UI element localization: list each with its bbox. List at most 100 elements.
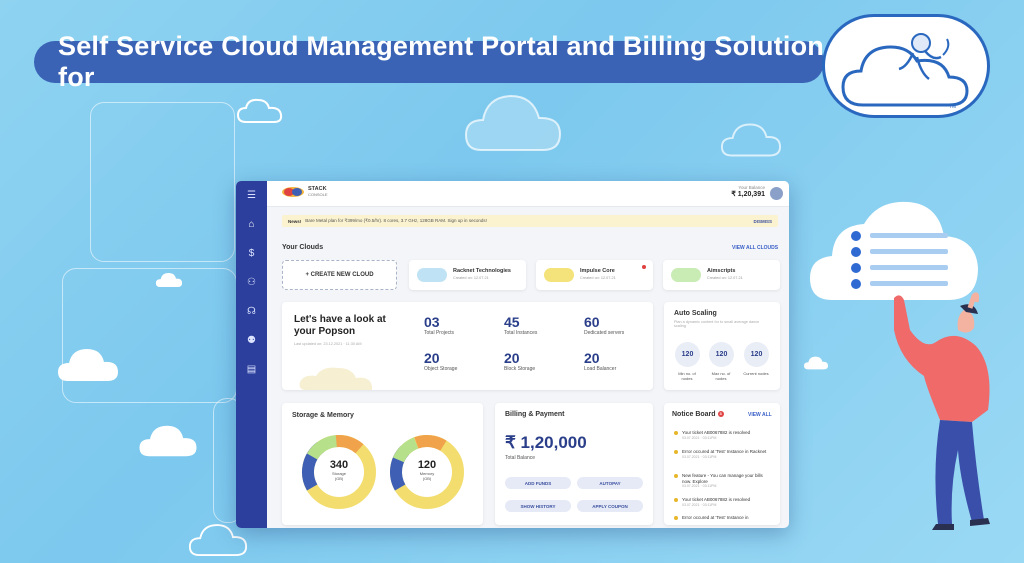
min-nodes-value: 120 bbox=[675, 342, 700, 367]
cloud-icon bbox=[417, 268, 447, 282]
notice-dot-icon bbox=[674, 498, 678, 502]
stat-dedicated-servers: 60 Dedicated servers bbox=[584, 314, 624, 336]
background-cloud-icon bbox=[236, 98, 283, 123]
news-text: Bare Metal plan for ₹399/mo (₹0.5/hr). 8… bbox=[305, 218, 487, 223]
notice-text: New feature - You can manage your bills … bbox=[682, 473, 763, 484]
app-window: ☰ ⌂ $ ⚇ ☊ ⚉ ▤ STACK CONSOLE Your Balance … bbox=[236, 181, 789, 528]
stack-console-logo-icon bbox=[282, 187, 304, 197]
page-title-banner: Self Service Cloud Management Portal and… bbox=[34, 31, 824, 92]
memory-donut-label: 120 Memory (GB) bbox=[388, 459, 466, 481]
brand-sub: CONSOLE bbox=[308, 192, 328, 197]
balance-value: ₹ 1,20,391 bbox=[731, 191, 765, 198]
overview-heading: Let's have a look at your Popson bbox=[294, 314, 386, 337]
avatar[interactable] bbox=[770, 187, 783, 200]
cloud-icon bbox=[544, 268, 574, 282]
billing-title: Billing & Payment bbox=[505, 411, 565, 418]
storage-memory-panel: Storage & Memory 340 Storage (GB) 120 Me… bbox=[282, 403, 483, 525]
storage-value: 340 bbox=[329, 459, 349, 471]
storage-donut-label: 340 Storage (GB) bbox=[300, 459, 378, 481]
add-funds-button[interactable]: ADD FUNDS bbox=[505, 477, 571, 489]
current-nodes-label: Current nodes bbox=[743, 371, 769, 376]
cloud-illustration-icon bbox=[299, 367, 372, 390]
page-title: Self Service Cloud Management Portal and… bbox=[58, 31, 825, 92]
notice-board-title: Notice Board 3 bbox=[672, 411, 724, 418]
clouds-title: Your Clouds bbox=[282, 244, 324, 251]
background-cloud-icon bbox=[139, 425, 197, 457]
home-icon[interactable]: ⌂ bbox=[245, 218, 259, 232]
notice-date: 03.07.2021 · 03:11PM bbox=[682, 435, 717, 440]
stat-object-storage: 20 Object Storage bbox=[424, 350, 457, 372]
user-icon[interactable]: ⚇ bbox=[245, 276, 259, 290]
cloud-name: Racknet Technologies bbox=[453, 268, 511, 274]
notice-board-panel: Notice Board 3 VIEW ALL Your ticket AB006… bbox=[664, 403, 780, 525]
notice-dot-icon bbox=[674, 474, 678, 478]
notice-text: Error occured at 'Test' Instance in Rack… bbox=[682, 449, 767, 454]
apply-coupon-button[interactable]: APPLY COUPON bbox=[577, 500, 643, 512]
auto-scaling-desc: Plan a dynamic content for to small aver… bbox=[674, 320, 760, 328]
memory-unit: (GB) bbox=[422, 476, 432, 481]
overview-updated: Last updated on: 23.12.2021 · 11:30 AM bbox=[294, 342, 362, 346]
top-bar: STACK CONSOLE Your Balance ₹ 1,20,391 bbox=[267, 181, 789, 207]
alert-dot bbox=[642, 265, 646, 269]
stat-value: 03 bbox=[424, 314, 440, 330]
cloud-created: Created on: 12.07.21 bbox=[580, 276, 616, 280]
headset-icon[interactable]: ☊ bbox=[245, 305, 259, 319]
current-nodes-value: 120 bbox=[744, 342, 769, 367]
storage-unit: (GB) bbox=[334, 476, 344, 481]
background-cloud-icon bbox=[804, 356, 828, 370]
auto-scaling-title: Auto Scaling bbox=[674, 310, 717, 317]
checklist-cloud-icon bbox=[810, 201, 978, 300]
monkey-cloud-logo-icon: TM bbox=[841, 33, 969, 110]
stat-value: 20 bbox=[584, 350, 600, 366]
brand-logo[interactable]: STACK CONSOLE bbox=[281, 186, 328, 198]
autopay-button[interactable]: AUTOPAY bbox=[577, 477, 643, 489]
cloud-icon bbox=[671, 268, 701, 282]
cloud-created: Created on: 12.07.21 bbox=[453, 276, 489, 280]
stat-label: Dedicated servers bbox=[584, 330, 625, 336]
balance-widget: Your Balance ₹ 1,20,391 bbox=[731, 185, 765, 198]
cloud-card[interactable]: Impulse Core Created on: 12.07.21 bbox=[536, 260, 653, 290]
notice-dot-icon bbox=[674, 431, 678, 435]
notice-text: Your ticket AB0067882 is resolved bbox=[682, 430, 751, 435]
sidebar-rail: ☰ ⌂ $ ⚇ ☊ ⚉ ▤ bbox=[236, 181, 267, 528]
stat-total-projects: 03 Total Projects bbox=[424, 314, 454, 336]
stat-label: Block Storage bbox=[504, 366, 536, 372]
view-all-clouds-link[interactable]: VIEW ALL CLOUDS bbox=[732, 245, 778, 251]
stat-label: Object Storage bbox=[424, 366, 458, 372]
auto-scaling-panel: Auto Scaling Plan a dynamic content for … bbox=[664, 302, 780, 390]
stat-label: Total Instances bbox=[504, 330, 538, 336]
view-all-notices-link[interactable]: VIEW ALL bbox=[748, 412, 772, 418]
stat-value: 20 bbox=[504, 350, 520, 366]
svg-text:TM: TM bbox=[949, 104, 956, 110]
stat-label: Load Balancer bbox=[584, 366, 617, 372]
cloud-name: Impulse Core bbox=[580, 268, 615, 274]
cloud-card[interactable]: Racknet Technologies Created on: 12.07.2… bbox=[409, 260, 526, 290]
show-history-button[interactable]: SHOW HISTORY bbox=[505, 500, 571, 512]
billing-panel: Billing & Payment ₹ 1,20,000 Total Balan… bbox=[495, 403, 653, 525]
stat-load-balancer: 20 Load Balancer bbox=[584, 350, 616, 372]
notice-date: 03.07.2021 · 03:11PM bbox=[682, 502, 717, 507]
news-banner: News! Bare Metal plan for ₹399/mo (₹0.5/… bbox=[282, 215, 778, 227]
notice-count-badge: 3 bbox=[717, 411, 724, 418]
menu-icon[interactable]: ☰ bbox=[245, 189, 259, 203]
dismiss-button[interactable]: DISMISS bbox=[753, 219, 772, 224]
create-cloud-button[interactable]: + CREATE NEW CLOUD bbox=[282, 260, 397, 290]
brand-logo-badge: TM bbox=[822, 14, 990, 118]
notice-date: 03.07.2021 · 03:11PM bbox=[682, 454, 717, 459]
cloud-card[interactable]: Aimscripts Created on: 12.07.21 bbox=[663, 260, 780, 290]
stat-block-storage: 20 Block Storage bbox=[504, 350, 535, 372]
add-user-icon[interactable]: ⚉ bbox=[245, 334, 259, 348]
notice-board-title-text: Notice Board bbox=[672, 411, 716, 418]
notice-dot-icon bbox=[674, 516, 678, 520]
clipboard-icon[interactable]: ▤ bbox=[245, 363, 259, 377]
dollar-icon[interactable]: $ bbox=[245, 247, 259, 261]
background-cloud-icon bbox=[464, 94, 562, 151]
billing-amount: ₹ 1,20,000 bbox=[505, 433, 587, 452]
cloud-created: Created on: 12.07.21 bbox=[707, 276, 743, 280]
background-cloud-icon bbox=[720, 123, 782, 157]
stat-total-instances: 45 Total Instances bbox=[504, 314, 537, 336]
notice-text: Your ticket AB0067882 is resolved bbox=[682, 497, 751, 502]
stat-label: Total Projects bbox=[424, 330, 455, 336]
person-illustration-icon bbox=[894, 292, 990, 530]
memory-value: 120 bbox=[417, 459, 437, 471]
